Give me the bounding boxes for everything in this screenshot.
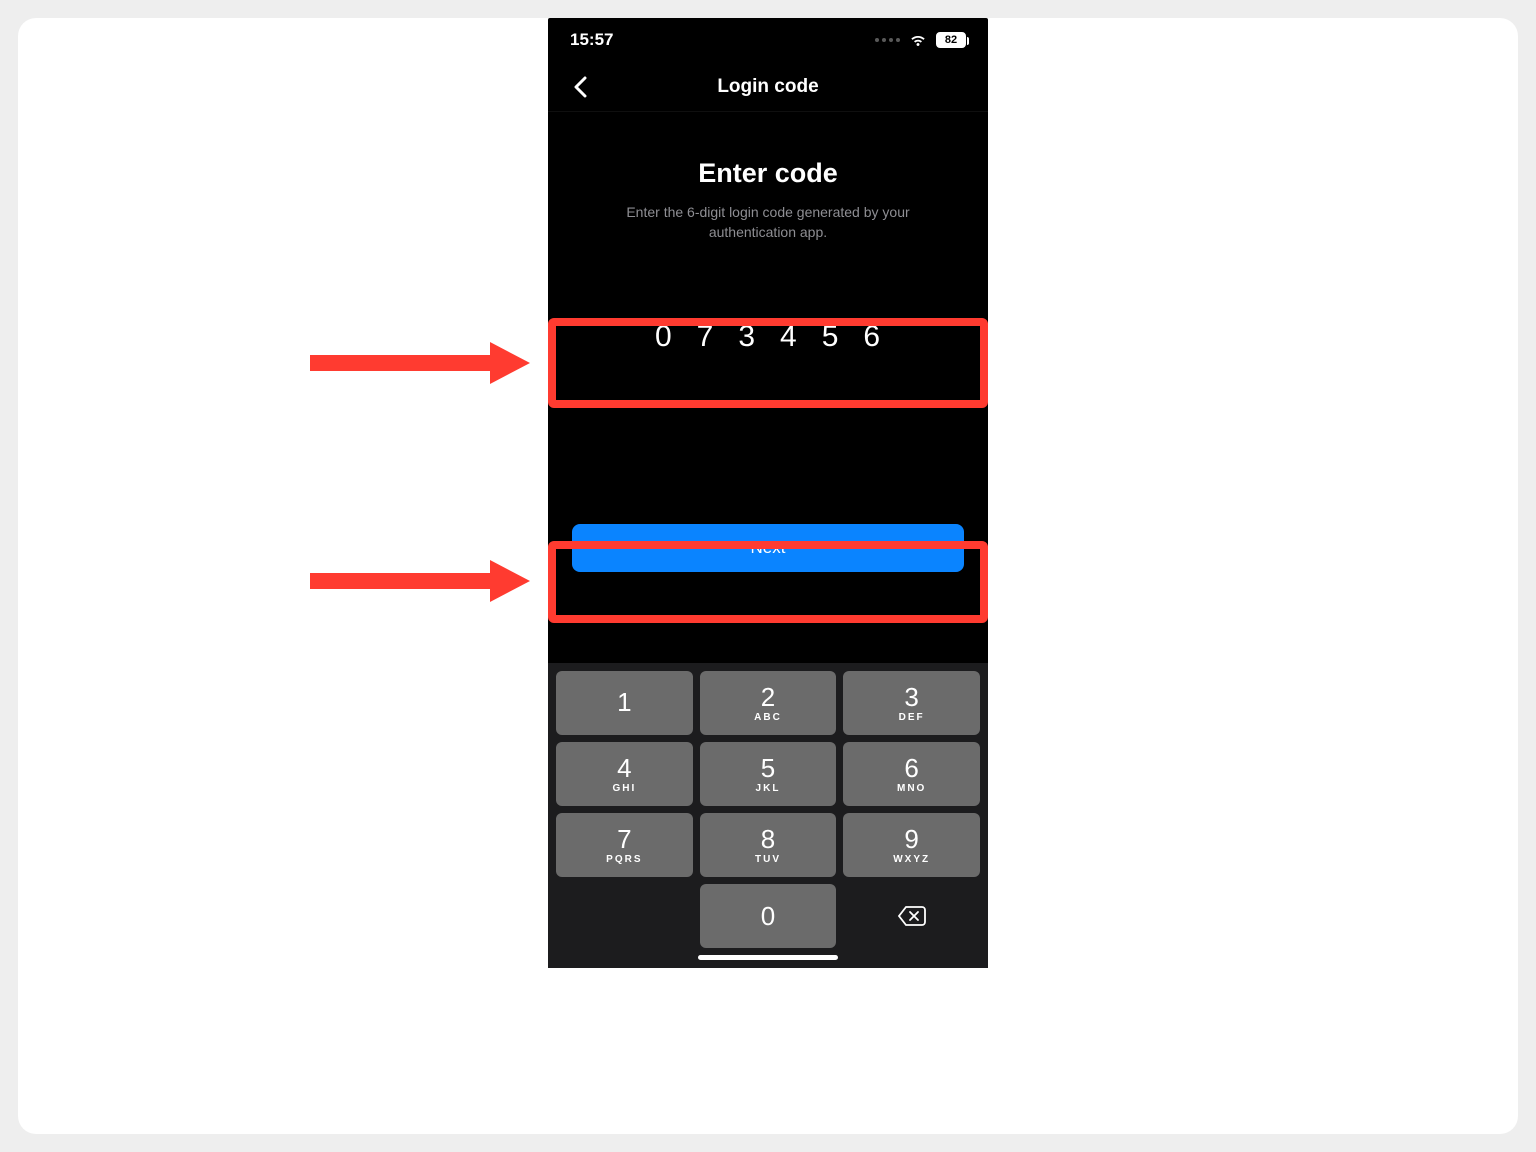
- keypad-key-7[interactable]: 7 PQRS: [556, 813, 693, 877]
- code-digit: 4: [780, 320, 798, 354]
- enter-code-heading: Enter code: [698, 158, 838, 189]
- keypad-key-6[interactable]: 6 MNO: [843, 742, 980, 806]
- nav-bar: Login code: [548, 62, 988, 112]
- keypad-key-3[interactable]: 3 DEF: [843, 671, 980, 735]
- page-canvas: 15:57 82: [18, 18, 1518, 1134]
- keypad-letters: GHI: [612, 783, 636, 794]
- keypad-letters: ABC: [754, 712, 782, 723]
- keypad-key-0[interactable]: 0: [700, 884, 837, 948]
- back-button[interactable]: [558, 62, 602, 111]
- status-bar: 15:57 82: [548, 18, 988, 62]
- keypad-digit: 7: [617, 826, 631, 852]
- keypad-letters: MNO: [897, 783, 926, 794]
- keypad-letters: WXYZ: [893, 854, 930, 865]
- keypad-key-2[interactable]: 2 ABC: [700, 671, 837, 735]
- annotation-arrow-icon: [310, 338, 530, 388]
- keypad-key-9[interactable]: 9 WXYZ: [843, 813, 980, 877]
- keypad-digit: 5: [761, 755, 775, 781]
- code-input[interactable]: 0 7 3 4 5 6: [572, 320, 964, 354]
- keypad-digit: 0: [761, 903, 775, 929]
- keypad-key-5[interactable]: 5 JKL: [700, 742, 837, 806]
- chevron-left-icon: [573, 76, 587, 98]
- keypad-letters: TUV: [755, 854, 781, 865]
- code-digit: 0: [655, 320, 673, 354]
- enter-code-subtext: Enter the 6-digit login code generated b…: [588, 203, 948, 242]
- code-digit: 5: [822, 320, 840, 354]
- keypad-digit: 6: [904, 755, 918, 781]
- status-right: 82: [875, 32, 966, 48]
- keypad-key-1[interactable]: 1: [556, 671, 693, 735]
- keypad-letters: DEF: [899, 712, 925, 723]
- keypad-delete-button[interactable]: [843, 884, 980, 948]
- code-digit: 7: [697, 320, 715, 354]
- battery-level: 82: [945, 35, 957, 46]
- battery-icon: 82: [936, 32, 966, 48]
- phone-frame: 15:57 82: [548, 18, 988, 968]
- keypad-blank: [556, 884, 693, 948]
- keypad-digit: 1: [617, 689, 631, 715]
- keypad-letters: JKL: [756, 783, 781, 794]
- numeric-keypad: 1 2 ABC 3 DEF 4 GHI 5 JKL: [548, 663, 988, 968]
- cellular-dots-icon: [875, 38, 900, 42]
- page-title: Login code: [717, 76, 818, 98]
- keypad-letters: PQRS: [606, 854, 642, 865]
- home-indicator[interactable]: [698, 955, 838, 960]
- keypad-key-8[interactable]: 8 TUV: [700, 813, 837, 877]
- keypad-digit: 9: [904, 826, 918, 852]
- backspace-icon: [896, 904, 928, 928]
- keypad-key-4[interactable]: 4 GHI: [556, 742, 693, 806]
- next-button[interactable]: Next: [572, 524, 964, 572]
- code-digit: 3: [738, 320, 756, 354]
- keypad-digit: 3: [904, 684, 918, 710]
- status-time: 15:57: [570, 30, 613, 50]
- code-digit: 6: [863, 320, 881, 354]
- keypad-digit: 8: [761, 826, 775, 852]
- wifi-icon: [908, 33, 928, 47]
- annotation-arrow-icon: [310, 556, 530, 606]
- keypad-digit: 4: [617, 755, 631, 781]
- content: Enter code Enter the 6-digit login code …: [548, 112, 988, 663]
- keypad-digit: 2: [761, 684, 775, 710]
